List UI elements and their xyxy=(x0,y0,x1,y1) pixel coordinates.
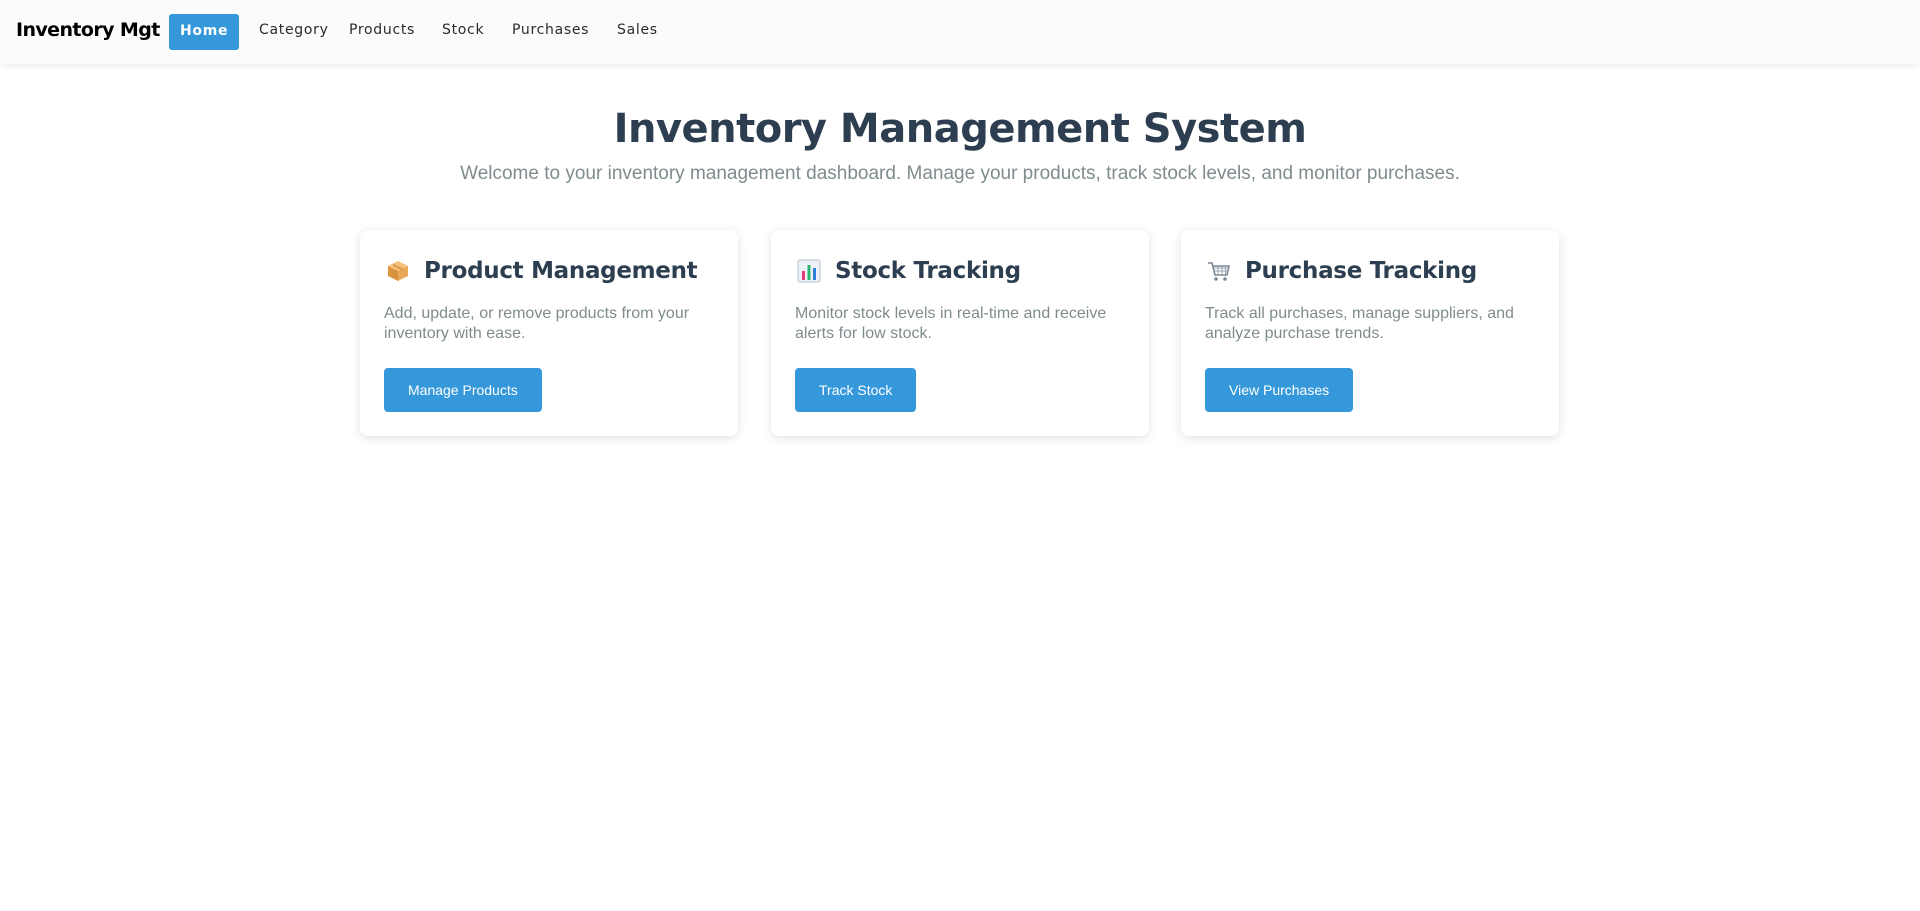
brand-logo[interactable]: Inventory Mgt xyxy=(16,19,160,41)
card-description: Monitor stock levels in real-time and re… xyxy=(795,305,1107,342)
card-title: Purchase Tracking xyxy=(1245,258,1477,284)
card-title: Stock Tracking xyxy=(835,258,1021,284)
manage-products-button[interactable]: Manage Products xyxy=(384,368,542,412)
nav-products[interactable]: Products xyxy=(349,22,415,38)
package-icon xyxy=(386,259,410,283)
card-purchase-tracking: Purchase Tracking Track all purchases, m… xyxy=(1181,230,1559,436)
page-subtitle: Welcome to your inventory management das… xyxy=(460,163,1460,184)
view-purchases-button[interactable]: View Purchases xyxy=(1205,368,1354,412)
shopping-cart-icon xyxy=(1207,259,1231,283)
nav-sales[interactable]: Sales xyxy=(617,22,658,38)
page-title: Inventory Management System xyxy=(613,106,1307,152)
card-product-management: Product Management Add, update, or remov… xyxy=(360,230,738,436)
track-stock-button[interactable]: Track Stock xyxy=(795,368,917,412)
nav-category[interactable]: Category xyxy=(259,22,329,38)
card-description: Track all purchases, manage suppliers, a… xyxy=(1205,305,1514,342)
card-title: Product Management xyxy=(424,258,698,284)
nav-purchases[interactable]: Purchases xyxy=(512,22,589,38)
bar-chart-icon xyxy=(797,259,821,283)
card-description: Add, update, or remove products from you… xyxy=(384,305,690,342)
nav-stock[interactable]: Stock xyxy=(442,22,484,38)
nav-home[interactable]: Home xyxy=(169,14,240,50)
card-stock-tracking: Stock Tracking Monitor stock levels in r… xyxy=(771,230,1149,436)
top-navbar: Inventory Mgt Home Category Products Sto… xyxy=(0,0,1920,64)
